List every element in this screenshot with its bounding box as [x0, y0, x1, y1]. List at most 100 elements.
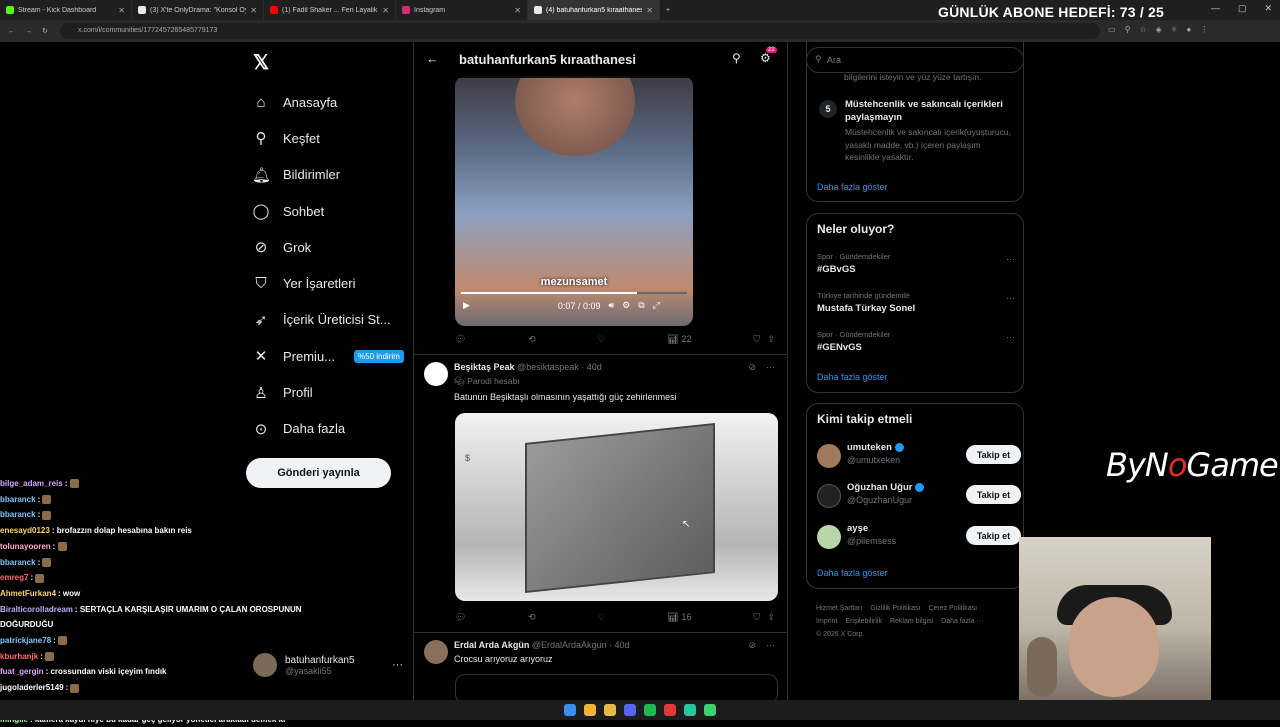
app-icon[interactable]: [684, 704, 696, 716]
trend-item[interactable]: Spor · Gündemdekiler #GBvGS ···: [817, 252, 1015, 275]
footer-link[interactable]: Hizmet Şartları: [816, 605, 862, 612]
show-more-link[interactable]: Daha fazla göster: [817, 372, 888, 382]
extension-icon[interactable]: ◈: [1156, 25, 1162, 34]
close-icon[interactable]: ✕: [382, 6, 389, 15]
footer-link[interactable]: Gizlilik Politikası: [870, 605, 920, 612]
follow-button[interactable]: Takip et: [966, 526, 1021, 545]
close-icon[interactable]: ✕: [118, 6, 125, 15]
sidebar-item-bookmarks[interactable]: ⛉ Yer İşaretleri: [252, 265, 412, 301]
minimize-icon[interactable]: —: [1211, 3, 1220, 14]
chat-username[interactable]: jugoladerler5149: [0, 683, 64, 692]
install-icon[interactable]: ▭: [1108, 25, 1116, 34]
like-icon[interactable]: ♡: [597, 334, 605, 345]
more-dots-icon[interactable]: ···: [1006, 332, 1015, 342]
chat-username[interactable]: bbaranck: [0, 558, 36, 567]
volume-icon[interactable]: 🔊︎: [608, 300, 614, 311]
more-dots-icon[interactable]: ···: [766, 640, 775, 651]
folder-icon[interactable]: [604, 704, 616, 716]
back-icon[interactable]: ←: [8, 28, 15, 35]
follow-suggestion[interactable]: Oğuzhan Uğur @OguzhanUgur Takip et: [817, 482, 1021, 512]
video-progress[interactable]: [461, 292, 687, 294]
chrome-icon[interactable]: [584, 704, 596, 716]
sidebar-item-premium[interactable]: ✕ Premiu... %50 indirim: [252, 338, 412, 374]
sidebar-item-home[interactable]: ⌂ Anasayfa: [252, 84, 412, 120]
retweet-icon[interactable]: ⟲: [528, 612, 536, 623]
chat-username[interactable]: bbaranck: [0, 495, 36, 504]
reply-icon[interactable]: 💬︎: [455, 334, 466, 345]
chat-username[interactable]: emreg7: [0, 573, 28, 582]
play-icon[interactable]: ▶: [463, 300, 470, 311]
new-tab-button[interactable]: +: [660, 0, 684, 20]
like-icon[interactable]: ♡: [597, 612, 605, 623]
follow-button[interactable]: Takip et: [966, 445, 1021, 464]
sidebar-item-profile[interactable]: ♙ Profil: [252, 374, 412, 410]
discord-icon[interactable]: [624, 704, 636, 716]
browser-tab[interactable]: (3) X'te OnlyDrama: "Konsol Oy ✕: [132, 0, 264, 20]
obs-icon[interactable]: [704, 704, 716, 716]
windows-start-icon[interactable]: [564, 704, 576, 716]
footer-link[interactable]: Imprint: [816, 618, 837, 625]
chat-username[interactable]: AhmetFurkan4: [0, 589, 56, 598]
grok-icon[interactable]: ⊘: [748, 362, 756, 373]
close-icon[interactable]: ✕: [646, 6, 653, 15]
zoom-icon[interactable]: ⚲: [1125, 25, 1131, 34]
views-icon[interactable]: 📊︎ 16: [667, 612, 691, 623]
close-icon[interactable]: ✕: [514, 6, 521, 15]
footer-link[interactable]: Erişilebilirlik: [845, 618, 882, 625]
url-field[interactable]: x.com/i/communities/1772457265485779173: [60, 23, 1100, 39]
app-icon[interactable]: [664, 704, 676, 716]
retweet-icon[interactable]: ⟲: [528, 334, 536, 345]
show-more-link[interactable]: Daha fazla göster: [817, 182, 888, 192]
browser-tab[interactable]: Stream - Kick Dashboard ✕: [0, 0, 132, 20]
browser-tab[interactable]: Instagram ✕: [396, 0, 528, 20]
grok-icon[interactable]: ⊘: [748, 640, 756, 651]
close-window-icon[interactable]: ✕: [1264, 3, 1272, 14]
browser-tab[interactable]: (1) Fadil Shaker ... Fen Layalik | ✕: [264, 0, 396, 20]
puzzle-icon[interactable]: ✧: [1171, 25, 1178, 34]
browser-tab-active[interactable]: (4) batuhanfurkan5 kıraathanesi ✕: [528, 0, 660, 20]
fullscreen-icon[interactable]: ⤢: [653, 300, 660, 311]
more-dots-icon[interactable]: ···: [766, 362, 775, 373]
more-dots-icon[interactable]: ···: [392, 659, 403, 671]
more-dots-icon[interactable]: ···: [1006, 293, 1015, 303]
x-logo-icon[interactable]: 𝕏: [253, 50, 269, 75]
sidebar-item-explore[interactable]: ⚲ Keşfet: [252, 120, 412, 156]
footer-link[interactable]: Reklam bilgisi: [890, 618, 933, 625]
back-arrow-icon[interactable]: ←: [426, 51, 439, 66]
forward-icon[interactable]: →: [25, 28, 32, 35]
follow-suggestion[interactable]: umuteken @umutxeken Takip et: [817, 442, 1021, 472]
menu-icon[interactable]: ⋮: [1200, 25, 1208, 34]
close-icon[interactable]: ✕: [250, 6, 257, 15]
reply-icon[interactable]: 💬︎: [455, 612, 466, 623]
chat-username[interactable]: patrickjane78: [0, 636, 51, 645]
chat-username[interactable]: Biralticorolladream: [0, 605, 73, 614]
chat-username[interactable]: bilge_adam_reis: [0, 479, 63, 488]
reload-icon[interactable]: ↻: [42, 27, 48, 35]
maximize-icon[interactable]: ▢: [1238, 3, 1247, 14]
spotify-icon[interactable]: [644, 704, 656, 716]
account-icon[interactable]: ●: [1186, 25, 1191, 34]
footer-link[interactable]: Çerez Politikası: [928, 605, 977, 612]
trend-item[interactable]: Spor · Gündemdekiler #GENvGS ···: [817, 330, 1015, 353]
sidebar-item-creator-studio[interactable]: ➶ İçerik Üreticisi St...: [252, 302, 412, 338]
sidebar-item-grok[interactable]: ⊘ Grok: [252, 229, 412, 265]
video-player[interactable]: mezunsamet ▶ 0:07 / 0:09 🔊︎ ⚙ ⧉ ⤢: [455, 76, 693, 326]
search-icon[interactable]: ⚲: [732, 51, 741, 65]
trend-item[interactable]: Türkiye tarihinde gündemde Mustafa Türkay…: [817, 291, 1015, 314]
sidebar-item-more[interactable]: ⊙ Daha fazla: [252, 411, 412, 447]
tweet-image[interactable]: $: [455, 413, 778, 601]
more-dots-icon[interactable]: ···: [1006, 254, 1015, 264]
follow-suggestion[interactable]: ayşe @pilemsess Takip et: [817, 523, 1021, 553]
chat-username[interactable]: enesayd0123: [0, 526, 50, 535]
chat-username[interactable]: tolunayooren: [0, 542, 51, 551]
bookmark-icon[interactable]: ⛉ ⇪: [753, 334, 775, 345]
search-input[interactable]: ⚲ Ara: [806, 47, 1024, 73]
chat-username[interactable]: bbaranck: [0, 510, 36, 519]
star-icon[interactable]: ☆: [1139, 25, 1146, 34]
settings-icon[interactable]: ⚙: [622, 300, 630, 311]
sidebar-item-notifications[interactable]: 🔔︎ Bildirimler: [252, 157, 412, 193]
show-more-link[interactable]: Daha fazla göster: [817, 568, 888, 578]
views-icon[interactable]: 📊︎ 22: [667, 334, 691, 345]
sidebar-item-chat[interactable]: ◯ Sohbet: [252, 193, 412, 229]
footer-link[interactable]: Daha fazla ···: [941, 618, 983, 625]
